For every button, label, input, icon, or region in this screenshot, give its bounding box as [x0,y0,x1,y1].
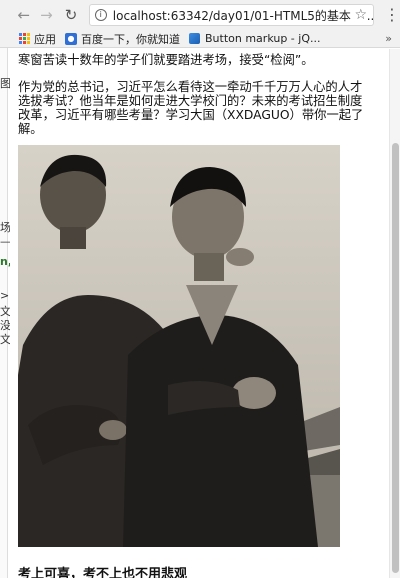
bookmark-label: 应用 [34,32,56,46]
photo-caption: 考上可喜，考不上也不用悲观 [18,567,188,578]
scrollbar-thumb[interactable] [392,143,399,573]
more-bookmarks-chevron-icon[interactable]: » [385,32,392,45]
bookmarks-bar: 应用 ● 百度一下，你就知道 Button markup - jQ... » [0,30,400,48]
back-arrow-icon[interactable]: ← [14,5,34,25]
bookmark-apps[interactable]: 应用 [19,31,56,47]
vertical-scrollbar[interactable] [389,49,400,578]
article-lead: 寒窗苦读十数年的学子们就要踏进考场，接受“检阅”。 [18,53,314,67]
info-icon[interactable]: i [94,9,107,21]
bookmark-button-markup[interactable]: Button markup - jQ... [189,32,320,45]
page-content: 寒窗苦读十数年的学子们就要踏进考场，接受“检阅”。 作为党的总书记，习近平怎么看… [10,49,385,578]
forward-arrow-icon[interactable]: → [37,5,57,25]
more-menu-icon[interactable]: ⋮ [384,7,400,23]
bookmark-label: 百度一下，你就知道 [81,32,180,46]
sliver-text: > [0,289,10,302]
reload-icon[interactable]: ↻ [61,5,81,25]
jquery-favicon-icon [189,33,200,44]
bookmark-baidu[interactable]: ● 百度一下，你就知道 [65,31,180,47]
article-body: 作为党的总书记，习近平怎么看待这一牵动千千万万人心的人才选拔考试？他当年是如何走… [18,80,364,136]
baidu-paw-icon: ● [65,32,77,45]
bookmark-label: Button markup - jQ... [205,32,321,45]
adjacent-window-edge: nl 图 场 — n, > 文 没 文 [0,0,12,578]
address-bar[interactable]: i localhost:63342/day01/01-HTML5的基本语... … [88,4,374,26]
bookmark-star-icon[interactable]: ☆ [351,7,367,23]
apps-grid-icon [19,33,30,44]
url-text: localhost:63342/day01/01-HTML5的基本语... [112,8,374,23]
browser-toolbar: ← → ↻ i localhost:63342/day01/01-HTML5的基… [0,0,400,30]
article-photo [18,145,340,547]
